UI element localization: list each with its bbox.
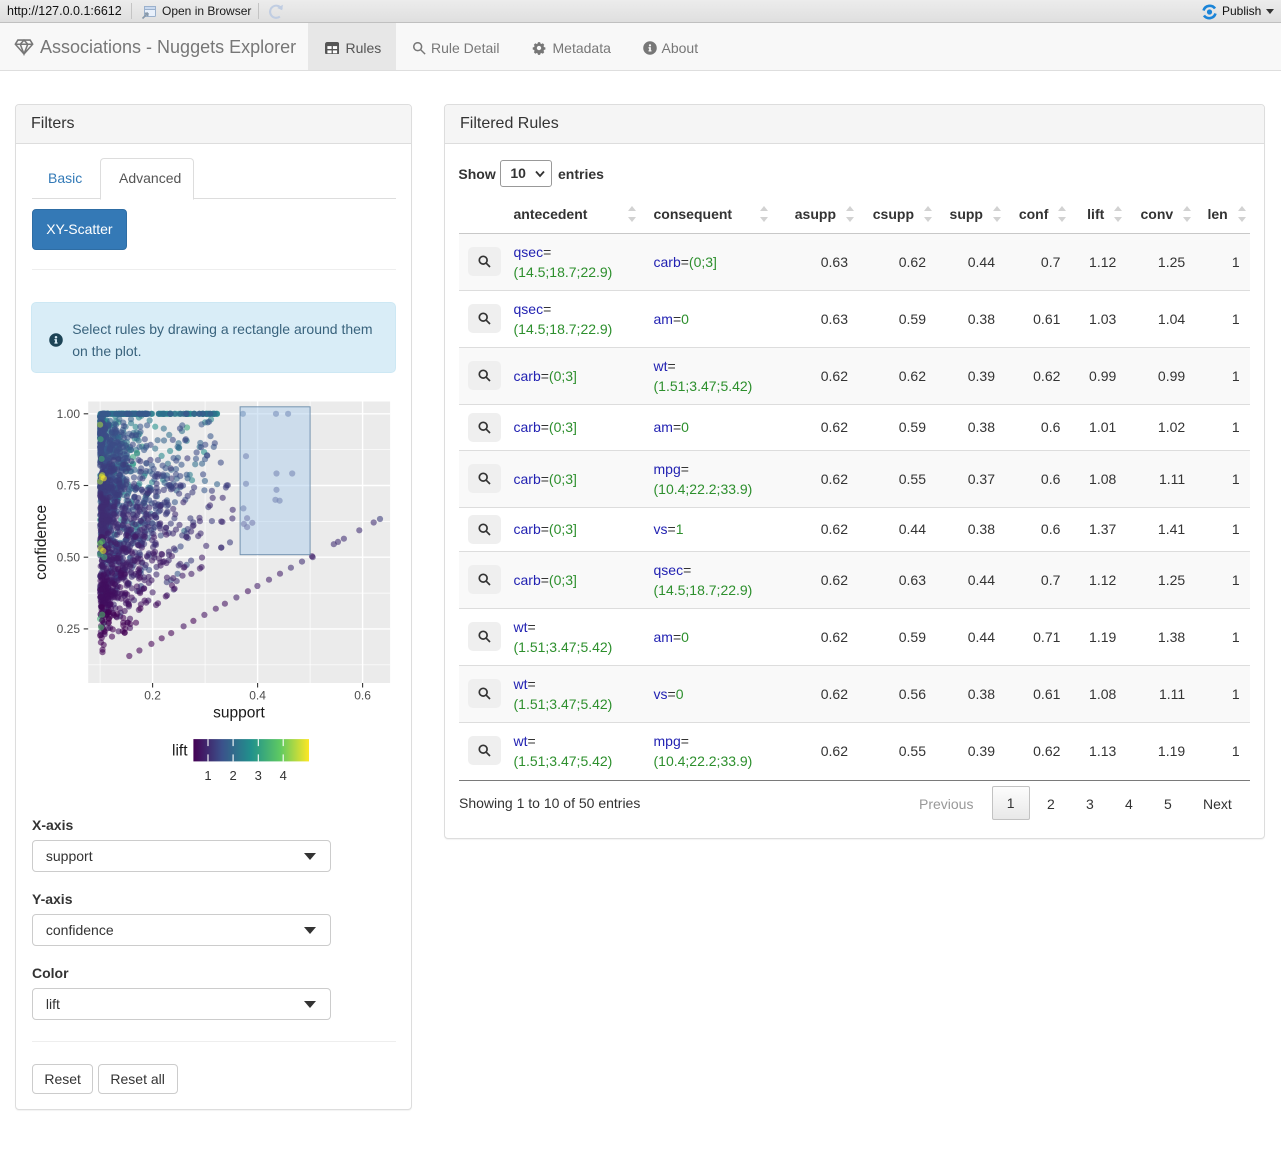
svg-text:0.25: 0.25 xyxy=(57,622,81,636)
svg-text:0.75: 0.75 xyxy=(57,479,81,493)
svg-text:2: 2 xyxy=(229,768,236,783)
svg-text:support: support xyxy=(213,705,265,722)
svg-text:4: 4 xyxy=(279,768,286,783)
svg-text:0.6: 0.6 xyxy=(354,689,371,703)
svg-text:lift: lift xyxy=(172,742,188,759)
svg-text:0.4: 0.4 xyxy=(249,689,266,703)
svg-text:1: 1 xyxy=(204,768,211,783)
svg-text:3: 3 xyxy=(255,768,262,783)
svg-text:0.50: 0.50 xyxy=(57,550,81,564)
svg-text:1.00: 1.00 xyxy=(57,407,81,421)
svg-text:confidence: confidence xyxy=(33,505,50,580)
svg-text:0.2: 0.2 xyxy=(144,689,161,703)
